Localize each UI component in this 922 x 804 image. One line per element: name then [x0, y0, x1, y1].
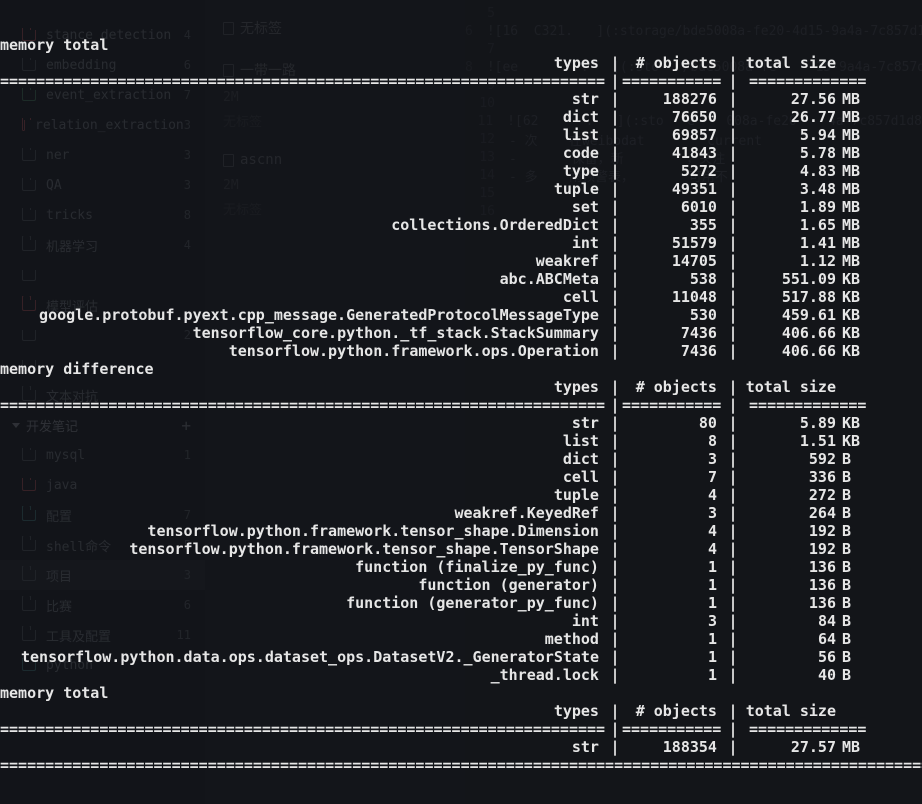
mem-table-row: str |80 |5.89KB — [0, 414, 922, 432]
mem-table-row: tuple |49351 |3.48MB — [0, 180, 922, 198]
mem-table-row: set |6010 |1.89MB — [0, 198, 922, 216]
mem-table-row: tensorflow.python.framework.ops.Operatio… — [0, 342, 922, 360]
terminal-line: ========================================… — [0, 756, 922, 774]
mem-table-row: int |51579 |1.41MB — [0, 234, 922, 252]
mem-table-row: tensorflow.python.framework.tensor_shape… — [0, 522, 922, 540]
mem-table-row: function (finalize_py_func) |1 |136B — [0, 558, 922, 576]
mem-table-row: google.protobuf.pyext.cpp_message.Genera… — [0, 306, 922, 324]
mem-table-row: method |1 |64B — [0, 630, 922, 648]
mem-table-row: abc.ABCMeta |538 |551.09KB — [0, 270, 922, 288]
mem-table-row: code |41843 |5.78MB — [0, 144, 922, 162]
mem-table-header: types |# objects |total size — [0, 702, 922, 720]
mem-table-row: function (generator) |1 |136B — [0, 576, 922, 594]
mem-table-row: str |188276 |27.56MB — [0, 90, 922, 108]
mem-table-row: weakref |14705 |1.12MB — [0, 252, 922, 270]
mem-table-row: cell |11048 |517.88KB — [0, 288, 922, 306]
mem-table-row: function (generator_py_func) |1 |136B — [0, 594, 922, 612]
mem-table-header: types |# objects |total size — [0, 54, 922, 72]
mem-table-row: int |3 |84B — [0, 612, 922, 630]
terminal-line: memory total — [0, 36, 922, 54]
mem-table-row: type |5272 |4.83MB — [0, 162, 922, 180]
mem-table-row: list |8 |1.51KB — [0, 432, 922, 450]
terminal-line: memory total — [0, 684, 922, 702]
mem-table-row: dict |3 |592B — [0, 450, 922, 468]
mem-table-row: str |188354 |27.57MB — [0, 738, 922, 756]
terminal-output[interactable]: memory totaltypes |# objects |total size… — [0, 0, 922, 804]
mem-table-row: cell |7 |336B — [0, 468, 922, 486]
mem-table-sep: ========================================… — [0, 72, 922, 90]
mem-table-row: weakref.KeyedRef |3 |264B — [0, 504, 922, 522]
mem-table-row: tensorflow_core.python._tf_stack.StackSu… — [0, 324, 922, 342]
mem-table-row: tuple |4 |272B — [0, 486, 922, 504]
terminal-line: memory difference — [0, 360, 922, 378]
mem-table-row: collections.OrderedDict |355 |1.65MB — [0, 216, 922, 234]
mem-table-row: list |69857 |5.94MB — [0, 126, 922, 144]
mem-table-row: _thread.lock |1 |40B — [0, 666, 922, 684]
mem-table-row: tensorflow.python.framework.tensor_shape… — [0, 540, 922, 558]
mem-table-sep: ========================================… — [0, 720, 922, 738]
mem-table-header: types |# objects |total size — [0, 378, 922, 396]
mem-table-row: dict |76650 |26.77MB — [0, 108, 922, 126]
mem-table-sep: ========================================… — [0, 396, 922, 414]
mem-table-row: tensorflow.python.data.ops.dataset_ops.D… — [0, 648, 922, 666]
